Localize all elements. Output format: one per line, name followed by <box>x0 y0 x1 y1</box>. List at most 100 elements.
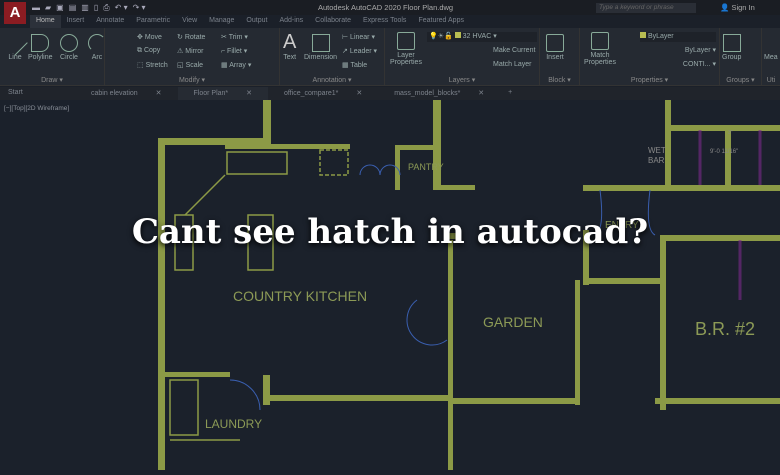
stretch-button[interactable]: ⬚ Stretch <box>137 61 168 69</box>
arc-icon <box>88 34 106 52</box>
sign-in-label: Sign In <box>731 3 755 12</box>
circle-tool[interactable]: Circle <box>60 34 78 61</box>
block-panel-label[interactable]: Block ▾ <box>540 76 579 84</box>
tab-insert[interactable]: Insert <box>61 15 91 28</box>
lineweight-dropdown[interactable]: CONTI... ▾ <box>640 60 716 68</box>
move-label: Move <box>144 34 162 41</box>
stretch-label: Stretch <box>145 62 168 69</box>
room-label-br2: B.R. #2 <box>695 319 755 339</box>
line-tool[interactable]: Line <box>2 30 28 61</box>
close-icon[interactable]: ✕ <box>148 88 170 99</box>
annotation-panel-label[interactable]: Annotation ▾ <box>280 76 384 84</box>
ribbon: Line Polyline Circle Arc Draw ▾ ✥ Move ↻… <box>0 28 780 86</box>
insert-icon <box>546 34 564 52</box>
mirror-label: Mirror <box>185 48 204 55</box>
utilities-panel-label[interactable]: Uti <box>762 77 780 84</box>
doc-tab-cabin-elevation[interactable]: cabin elevation ✕ <box>75 87 178 100</box>
copy-label: Copy <box>143 47 161 54</box>
layers-panel-label[interactable]: Layers ▾ <box>385 76 539 84</box>
modify-panel: ✥ Move ↻ Rotate ✂ Trim ▾ ⧉ Copy ⚠ Mirror… <box>105 28 280 86</box>
text-icon: A <box>283 31 297 53</box>
close-icon[interactable]: ✕ <box>348 88 370 99</box>
doc-tab-start[interactable]: Start <box>0 87 75 100</box>
groups-panel-label[interactable]: Groups ▾ <box>720 76 761 84</box>
tab-output[interactable]: Output <box>240 15 273 28</box>
utilities-panel: Mea Uti <box>762 28 780 86</box>
tab-collaborate[interactable]: Collaborate <box>309 15 357 28</box>
dimension-tool[interactable]: Dimension <box>304 34 337 61</box>
linear-label: Linear ▾ <box>350 34 375 41</box>
array-label: Array ▾ <box>229 62 252 69</box>
properties-panel-label[interactable]: Properties ▾ <box>580 76 719 84</box>
measure-button[interactable]: Mea <box>764 54 778 61</box>
match-layer-button[interactable]: Match Layer <box>493 61 532 68</box>
make-current-button[interactable]: Make Current <box>493 47 535 54</box>
layer-dropdown[interactable]: 💡☀🔓 32 HVAC ▾ <box>427 32 537 42</box>
circle-label: Circle <box>60 54 78 61</box>
match-properties-button[interactable]: Match Properties <box>582 32 618 66</box>
app-title: Autodesk AutoCAD 2020 Floor Plan.dwg <box>318 3 454 12</box>
color-swatch <box>640 32 646 38</box>
linetype-dropdown[interactable]: ByLayer ▾ <box>640 46 716 54</box>
layers-panel: Layer Properties 💡☀🔓 32 HVAC ▾ Make Curr… <box>385 28 540 86</box>
fillet-label: Fillet ▾ <box>227 48 248 55</box>
polyline-tool[interactable]: Polyline <box>28 34 53 61</box>
room-label-pantry: PANTRY <box>408 162 444 172</box>
move-button[interactable]: ✥ Move <box>137 33 162 41</box>
layer-color-swatch <box>454 32 461 38</box>
table-button[interactable]: ▦ Table <box>342 61 367 69</box>
color-value: ByLayer <box>647 33 674 40</box>
tab-home[interactable]: Home <box>30 15 61 28</box>
layer-properties-button[interactable]: Layer Properties <box>388 32 424 66</box>
circle-icon <box>60 34 78 52</box>
color-dropdown[interactable]: ByLayer <box>640 32 716 42</box>
tab-annotate[interactable]: Annotate <box>90 15 130 28</box>
arc-tool[interactable]: Arc <box>88 34 106 61</box>
group-icon <box>722 34 741 52</box>
search-input[interactable]: Type a keyword or phrase <box>596 3 696 13</box>
floor-plan-drawing: PANTRY COUNTRY KITCHEN GARDEN LAUNDRY B.… <box>158 100 780 470</box>
doc-tab-mass-model-blocks[interactable]: mass_model_blocks* ✕ <box>378 87 500 100</box>
array-button[interactable]: ▦ Array ▾ <box>221 61 251 69</box>
dimension-label: Dimension <box>304 54 338 61</box>
table-label: Table <box>350 62 368 69</box>
close-icon[interactable]: ✕ <box>470 88 492 99</box>
tab-parametric[interactable]: Parametric <box>130 15 176 28</box>
modify-panel-label[interactable]: Modify ▾ <box>105 76 279 84</box>
room-label-laundry: LAUNDRY <box>205 417 262 431</box>
mirror-button[interactable]: ⚠ Mirror <box>177 47 204 55</box>
trim-button[interactable]: ✂ Trim ▾ <box>221 33 248 41</box>
arc-label: Arc <box>91 54 103 61</box>
insert-button[interactable]: Insert <box>546 34 564 61</box>
tab-manage[interactable]: Manage <box>203 15 240 28</box>
app-menu-logo[interactable]: A <box>4 2 26 24</box>
draw-panel-label[interactable]: Draw ▾ <box>0 76 104 84</box>
linear-button[interactable]: ⊢ Linear ▾ <box>342 33 375 41</box>
viewport-controls[interactable]: [−][Top][2D Wireframe] <box>4 105 69 112</box>
tab-featured-apps[interactable]: Featured Apps <box>412 15 470 28</box>
tab-add-ins[interactable]: Add-ins <box>273 15 309 28</box>
leader-button[interactable]: ↗ Leader ▾ <box>342 47 377 55</box>
rotate-button[interactable]: ↻ Rotate <box>177 33 205 41</box>
doc-tab-label: mass_model_blocks* <box>394 90 461 97</box>
doc-tab-label: cabin elevation <box>91 90 138 97</box>
lineweight-value: CONTI... <box>682 61 711 68</box>
doc-tab-floor-plan[interactable]: Floor Plan* ✕ <box>177 87 268 100</box>
copy-button[interactable]: ⧉ Copy <box>137 47 160 55</box>
doc-tab-office-compare[interactable]: office_compare1* ✕ <box>268 87 378 100</box>
fillet-button[interactable]: ⌐ Fillet ▾ <box>221 47 247 55</box>
ribbon-tabs: Home Insert Annotate Parametric View Man… <box>30 15 470 28</box>
insert-label: Insert <box>546 54 564 61</box>
drawing-canvas[interactable]: PANTRY COUNTRY KITCHEN GARDEN LAUNDRY B.… <box>0 100 780 470</box>
tab-express-tools[interactable]: Express Tools <box>357 15 412 28</box>
draw-panel: Line Polyline Circle Arc Draw ▾ <box>0 28 106 86</box>
scale-button[interactable]: ◱ Scale <box>177 61 203 69</box>
quick-access-toolbar[interactable]: ▬ ▰ ▣ ▤ ▥ ▯ ⎙ ↶ ▾ ↷ ▾ <box>32 3 146 13</box>
text-tool[interactable]: A Text <box>283 31 296 61</box>
close-icon[interactable]: ✕ <box>238 88 260 99</box>
sign-in-button[interactable]: 👤 Sign In <box>720 3 755 12</box>
group-button[interactable]: Group <box>722 34 741 61</box>
line-icon <box>2 30 28 56</box>
tab-view[interactable]: View <box>176 15 203 28</box>
new-tab-button[interactable]: + <box>500 87 520 100</box>
